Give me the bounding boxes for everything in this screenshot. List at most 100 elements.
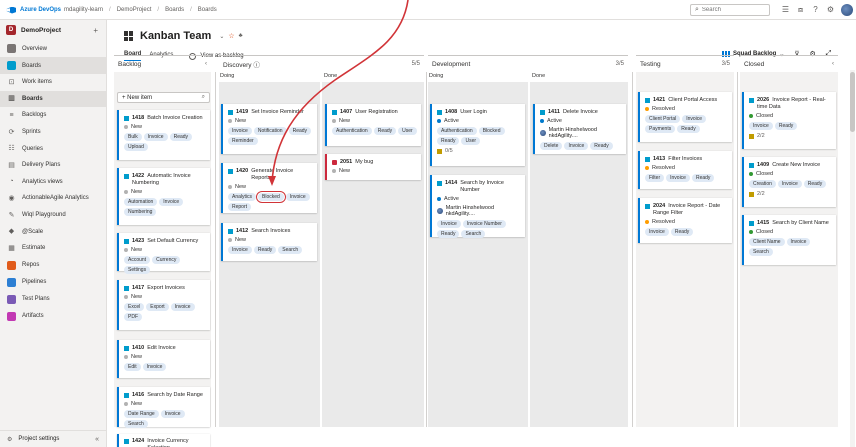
work-item-card-1416[interactable]: 1416 Search by Date Range New Date Range I… [117, 387, 210, 428]
settings-list-icon[interactable]: ☰ [781, 5, 790, 15]
sidebar-item-analytics-views[interactable]: ◔ Analytics views [0, 174, 106, 191]
sidebar-item-artifacts[interactable]: Artifacts [0, 308, 106, 325]
card-state: Active [540, 118, 622, 124]
work-item-card-1419[interactable]: 1419 Set Invoice Reminder New Invoice Noti… [221, 104, 317, 154]
card-title-text[interactable]: Search by Client Name [772, 220, 829, 227]
avatar[interactable] [841, 4, 853, 16]
work-item-card-1423[interactable]: 1423 Set Default Currency New Account Curr… [117, 233, 210, 274]
assignee[interactable]: Martin Hinshelwood nkdAgility.... [540, 127, 622, 139]
analytics-icon: ◔ [9, 178, 14, 186]
page-title[interactable]: Kanban Team [140, 30, 211, 42]
card-title-text[interactable]: Search Invoices [251, 228, 290, 235]
work-item-card-1422[interactable]: 1422 Automatic Invoice Numbering New Auto… [117, 168, 210, 225]
work-item-card-2026[interactable]: 2026 Invoice Report - Real-time Data Clos… [742, 92, 836, 149]
card-title-text[interactable]: Set Default Currency [147, 238, 198, 245]
scrollbar-thumb[interactable] [850, 72, 855, 132]
tag: Payments [645, 125, 676, 133]
sidebar-item-scale[interactable]: ◆ @Scale [0, 223, 106, 240]
card-id: 1415 [757, 220, 770, 226]
user-settings-icon[interactable]: ⚙ [826, 5, 835, 15]
sidebar-item-queries[interactable]: ☷ Queries [0, 140, 106, 157]
sidebar-item-boards-sub[interactable]: ▥ Boards [0, 90, 106, 108]
card-title-text[interactable]: Client Portal Access [668, 97, 717, 104]
card-title-text[interactable]: Edit Invoice [147, 345, 175, 352]
work-item-card-2024[interactable]: 2024 Invoice Report - Date Range Filter R… [638, 198, 732, 243]
card-title-text[interactable]: Filter Invoices [668, 156, 702, 163]
sidebar-item-estimate[interactable]: ▦ Estimate [0, 240, 106, 257]
card-title-text[interactable]: Create New Invoice [772, 162, 820, 169]
user-story-icon [749, 221, 754, 226]
work-item-card-1408[interactable]: 1408 User Login Active Authentication Bloc… [430, 104, 525, 166]
azure-devops-logo-icon[interactable] [6, 5, 16, 15]
child-progress[interactable]: 2/2 [749, 133, 832, 139]
project-settings[interactable]: ⚙ Project settings « [0, 430, 107, 447]
collapse-column-icon[interactable]: ‹ [205, 61, 207, 67]
work-item-card-1413[interactable]: 1413 Filter Invoices Resolved Filter Invoi… [638, 151, 732, 189]
breadcrumb-project[interactable]: DemoProject [117, 7, 152, 13]
assignee[interactable]: Martin Hinshelwood nkdAgility.... [437, 205, 521, 217]
column-divider [737, 72, 738, 427]
work-item-card-1410[interactable]: 1410 Edit Invoice New Edit Invoice [117, 340, 210, 378]
work-item-card-1414[interactable]: 1414 Search by Invoice Number Active Mart… [430, 175, 525, 238]
search-input[interactable] [701, 7, 762, 13]
tag: Ready [169, 133, 193, 141]
card-title-text[interactable]: Generate Invoice Reports [251, 168, 313, 182]
sidebar-item-backlogs[interactable]: ≡ Backlogs [0, 107, 106, 124]
work-item-card-1421[interactable]: 1421 Client Portal Access Resolved Client… [638, 92, 732, 142]
state-label: Active [444, 118, 459, 124]
search-box[interactable]: ⌕ [690, 4, 770, 16]
card-title-text[interactable]: Set Invoice Reminder [251, 109, 304, 116]
card-title-text[interactable]: User Login [460, 109, 487, 116]
work-item-card-1418[interactable]: 1418 Batch Invoice Creation New Bulk Invoi… [117, 110, 210, 160]
work-item-card-1417[interactable]: 1417 Export Invoices New Excel Export Invoi… [117, 280, 210, 330]
team-members-icon[interactable]: ♣ [239, 33, 243, 39]
state-dot [228, 119, 232, 123]
add-project-icon[interactable]: + [93, 26, 98, 35]
work-item-card-1411[interactable]: 1411 Delete Invoice Active Martin Hinshel… [533, 104, 626, 154]
sidebar-item-actionableagile[interactable]: ◉ ActionableAgile Analytics [0, 190, 106, 207]
child-progress[interactable]: 0/5 [437, 148, 521, 154]
project-header[interactable]: D DemoProject + [0, 20, 106, 40]
sidebar-item-wiql-playground[interactable]: ✎ Wiql Playground [0, 207, 106, 224]
task-checklist-icon [749, 191, 754, 197]
work-item-card-1420[interactable]: 1420 Generate Invoice Reports New Analyti… [221, 163, 317, 213]
breadcrumb-boards-page[interactable]: Boards [198, 7, 217, 13]
chevron-down-icon[interactable]: ⌄ [219, 33, 224, 40]
card-title-text[interactable]: Batch Invoice Creation [147, 115, 202, 122]
work-item-card-1407[interactable]: 1407 User Registration New Authentication… [325, 104, 421, 146]
collapse-column-icon[interactable]: ‹ [832, 61, 834, 67]
sidebar-item-delivery-plans[interactable]: ▤ Delivery Plans [0, 157, 106, 174]
work-item-card-1412[interactable]: 1412 Search Invoices New Invoice Ready Sear… [221, 223, 317, 261]
project-name: DemoProject [21, 26, 62, 34]
card-title-text[interactable]: Search by Date Range [147, 392, 203, 399]
card-title-text[interactable]: Export Invoices [147, 285, 185, 292]
work-item-card-2051[interactable]: 2051 My bug New [325, 154, 421, 180]
sidebar-item-sprints[interactable]: ⟳ Sprints [0, 124, 106, 141]
breadcrumb-boards[interactable]: Boards [165, 7, 184, 13]
card-title-text[interactable]: Search by Invoice Number [460, 180, 521, 194]
card-title-text[interactable]: My bug [355, 159, 373, 166]
sidebar-item-pipelines[interactable]: Pipelines [0, 274, 106, 291]
work-item-card-1409[interactable]: 1409 Create New Invoice Closed Creation In… [742, 157, 836, 207]
card-title-text[interactable]: User Registration [355, 109, 398, 116]
child-progress[interactable]: 2/2 [749, 191, 832, 197]
search-icon[interactable]: ⌕ [202, 94, 205, 101]
collapse-sidebar-icon[interactable]: « [95, 436, 99, 443]
sidebar-item-repos[interactable]: Repos [0, 257, 106, 274]
work-item-card-1424[interactable]: 1424Invoice Currency Selection [117, 434, 210, 447]
blocked-tag-highlight[interactable]: Blocked [256, 191, 286, 203]
card-state: New [332, 168, 417, 174]
favorite-star-icon[interactable]: ☆ [228, 32, 234, 40]
help-icon[interactable]: ? [811, 5, 820, 15]
card-title-text[interactable]: Invoice Currency Selection [147, 438, 206, 447]
work-item-card-1415[interactable]: 1415 Search by Client Name Closed Client … [742, 215, 836, 265]
shopping-bag-icon[interactable]: ⧈ [796, 5, 805, 15]
sidebar-item-overview[interactable]: Overview [0, 40, 106, 57]
sidebar-item-boards[interactable]: Boards [0, 57, 106, 74]
card-title-text[interactable]: Delete Invoice [563, 109, 598, 116]
new-item-button[interactable]: + New item ⌕ [117, 92, 210, 103]
sidebar-item-work-items[interactable]: ⊡ Work items [0, 74, 106, 91]
breadcrumb-org[interactable]: mdagility-learn [64, 7, 103, 13]
sidebar-item-test-plans[interactable]: Test Plans [0, 291, 106, 308]
brand-name[interactable]: Azure DevOps [20, 7, 61, 13]
